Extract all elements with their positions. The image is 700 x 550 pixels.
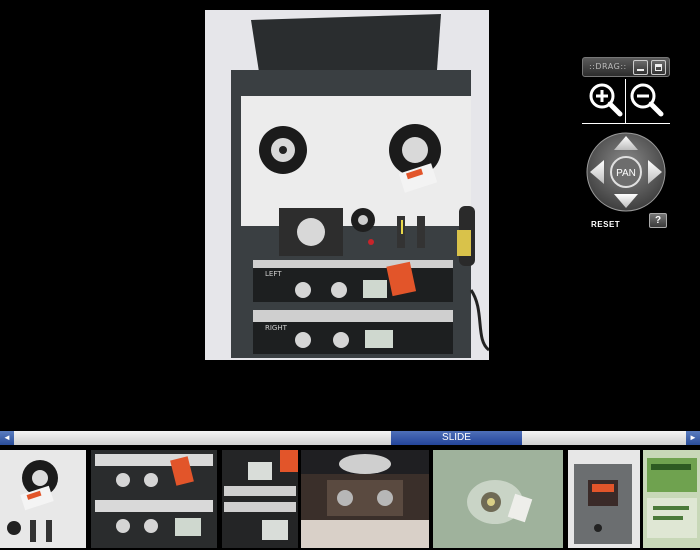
zoom-control-panel: ::DRAG:: PAN RESET ? [582,57,670,232]
thumbnail-2[interactable] [91,450,217,548]
zoom-in-icon [589,83,623,117]
minimize-button[interactable] [633,60,648,75]
image-viewer: LEFT RIGHT ::DRAG:: PAN RESET ? ◄ SLIDE … [0,0,700,550]
maximize-button[interactable] [651,60,666,75]
zoom-divider [625,79,626,123]
thumbnail-1[interactable] [0,450,86,548]
help-button[interactable]: ? [649,213,667,228]
thumbnail-4[interactable] [301,450,429,548]
zoom-in-button[interactable] [587,81,623,117]
reset-button[interactable]: RESET [591,220,620,229]
left-channel-label: LEFT [265,270,282,278]
slide-handle[interactable]: SLIDE [391,431,522,445]
thumbnail-3[interactable] [222,450,298,548]
pan-pad: PAN [586,132,666,212]
right-channel-label: RIGHT [265,324,288,332]
pan-label: PAN [616,168,636,179]
thumbnail-strip [0,448,700,550]
drag-label: ::DRAG:: [589,62,627,71]
zoom-out-button[interactable] [628,81,664,117]
main-photo[interactable]: LEFT RIGHT [205,10,489,360]
thumbnail-7[interactable] [643,450,700,548]
thumbnail-scrollbar[interactable]: ◄ SLIDE ► [0,431,700,445]
scroll-right-arrow-icon[interactable]: ► [686,431,700,445]
zoom-out-icon [630,83,664,117]
thumbnail-6[interactable] [568,450,640,548]
panel-divider [582,123,670,124]
drag-handle[interactable]: ::DRAG:: [582,57,670,77]
thumbnail-5[interactable] [433,450,563,548]
scroll-left-arrow-icon[interactable]: ◄ [0,431,14,445]
